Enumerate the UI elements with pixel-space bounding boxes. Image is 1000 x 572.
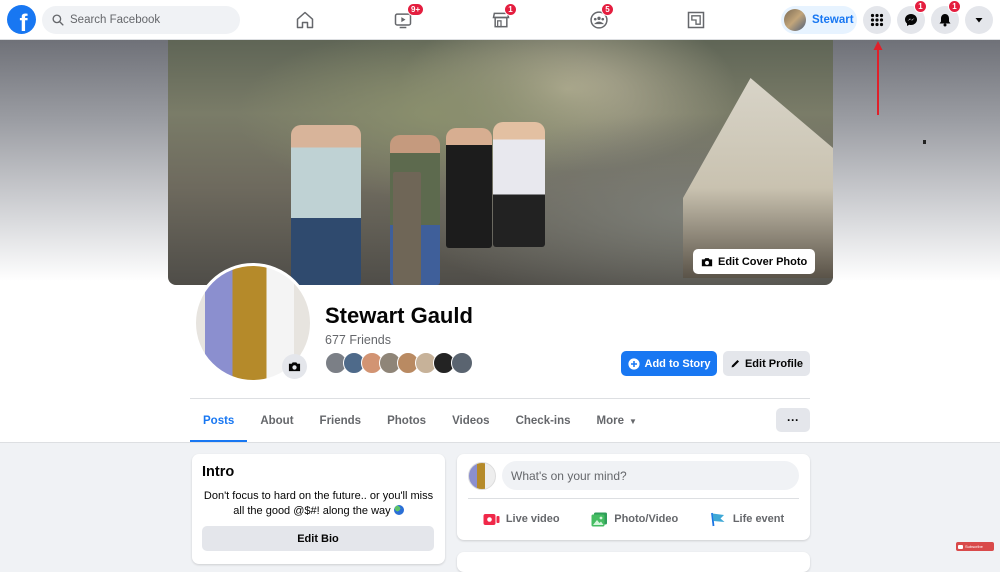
globe-emoji-icon xyxy=(393,505,404,515)
menu-button[interactable] xyxy=(863,6,891,34)
nav-groups[interactable]: 5 xyxy=(587,3,614,32)
posts-filter-card xyxy=(457,552,810,572)
more-options-button[interactable]: ··· xyxy=(776,408,810,432)
cover-person xyxy=(493,122,545,247)
profile-name: Stewart Gauld xyxy=(325,303,473,328)
divider xyxy=(190,398,810,399)
tab-check-ins[interactable]: Check-ins xyxy=(503,400,584,442)
friends-count[interactable]: 677 Friends xyxy=(325,333,391,347)
avatar xyxy=(784,9,806,31)
friend-avatar[interactable] xyxy=(451,352,473,374)
messenger-badge: 1 xyxy=(914,0,927,13)
camera-icon xyxy=(701,257,713,266)
tab-posts[interactable]: Posts xyxy=(190,400,248,442)
tab-photos[interactable]: Photos xyxy=(374,400,439,442)
watch-badge: 9+ xyxy=(407,3,425,16)
grid-menu-icon xyxy=(870,13,884,27)
cover-hut xyxy=(683,78,833,278)
live-video-button[interactable]: Live video xyxy=(483,504,560,534)
nav-watch[interactable]: 9+ xyxy=(391,3,425,32)
photo-video-button[interactable]: Photo/Video xyxy=(591,504,678,534)
profile-tabs: Posts About Friends Photos Videos Check-… xyxy=(190,400,650,442)
status-input[interactable] xyxy=(502,461,799,490)
life-event-button[interactable]: Life event xyxy=(710,504,784,534)
edit-profile-button[interactable]: Edit Profile xyxy=(723,351,810,376)
add-to-story-button[interactable]: Add to Story xyxy=(621,351,717,376)
edit-cover-photo-button[interactable]: Edit Cover Photo xyxy=(693,249,816,274)
camera-icon xyxy=(288,362,301,372)
search-icon xyxy=(52,14,64,26)
live-video-icon xyxy=(483,513,500,525)
intro-title: Intro xyxy=(202,464,235,480)
bell-icon xyxy=(939,14,951,27)
tab-friends[interactable]: Friends xyxy=(307,400,375,442)
messenger-button[interactable]: 1 xyxy=(897,0,927,34)
red-arrow-annotation-icon xyxy=(873,41,883,115)
update-profile-picture-button[interactable] xyxy=(282,354,307,379)
tab-more[interactable]: More ▼ xyxy=(584,400,650,442)
post-composer: Live video Photo/Video Life event xyxy=(457,454,810,540)
facebook-logo[interactable]: f xyxy=(7,5,36,34)
nav-marketplace[interactable]: 1 xyxy=(489,3,517,32)
intro-card: Intro Don't focus to hard on the future.… xyxy=(192,454,445,564)
divider xyxy=(0,442,1000,443)
edit-bio-button[interactable]: Edit Bio xyxy=(202,526,434,551)
messenger-icon xyxy=(905,14,917,26)
nav-home[interactable] xyxy=(293,8,317,32)
youtube-icon xyxy=(958,544,963,549)
account-menu-button[interactable] xyxy=(965,6,993,34)
plus-circle-icon xyxy=(627,357,640,370)
nav-gaming[interactable] xyxy=(684,8,708,32)
caret-down-icon: ▼ xyxy=(629,416,637,426)
pencil-icon xyxy=(731,359,740,368)
notifications-badge: 1 xyxy=(948,0,961,13)
caret-down-icon xyxy=(975,18,983,23)
search-input[interactable] xyxy=(70,14,220,26)
cover-person xyxy=(291,125,361,285)
photo-icon xyxy=(591,512,608,526)
marketplace-badge: 1 xyxy=(504,3,517,16)
subscribe-button[interactable]: Subscribe xyxy=(956,542,994,551)
bio-text: Don't focus to hard on the future.. or y… xyxy=(203,490,434,517)
cover-person xyxy=(446,128,492,248)
search-box[interactable] xyxy=(42,6,240,34)
profile-shortcut[interactable]: Stewart xyxy=(781,6,857,34)
tab-videos[interactable]: Videos xyxy=(439,400,503,442)
home-icon xyxy=(296,11,314,29)
top-navigation-bar: f 9+ 1 5 Stewart 1 1 xyxy=(0,0,1000,40)
divider xyxy=(468,498,799,499)
tab-about[interactable]: About xyxy=(247,400,306,442)
cover-post xyxy=(393,172,421,285)
flag-icon xyxy=(710,512,725,526)
avatar[interactable] xyxy=(468,462,496,490)
gaming-icon xyxy=(687,11,705,29)
groups-badge: 5 xyxy=(601,3,614,16)
notifications-button[interactable]: 1 xyxy=(931,0,961,34)
mouse-cursor xyxy=(923,140,926,144)
friend-avatars xyxy=(325,352,473,374)
